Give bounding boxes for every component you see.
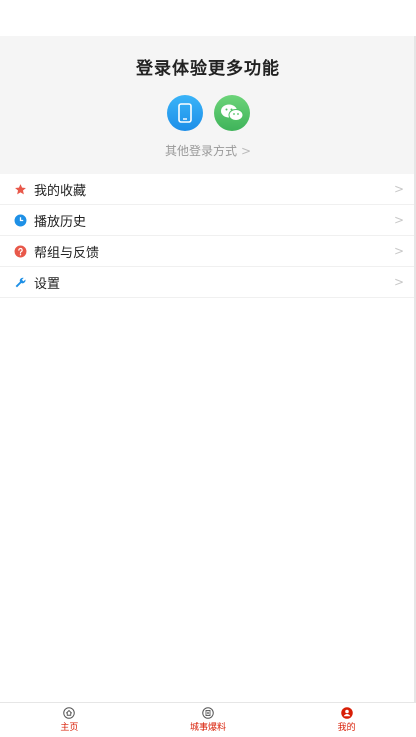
wechat-icon (220, 104, 243, 121)
question-icon (13, 244, 27, 258)
menu-item-favorites[interactable]: 我的收藏 > (0, 174, 416, 205)
user-icon (340, 707, 353, 719)
menu-item-label: 设置 (34, 276, 61, 292)
top-blank-area (0, 0, 416, 36)
menu-item-help-feedback[interactable]: 帮组与反馈 > (0, 236, 416, 267)
bottom-tab-bar: 主页 城事爆料 我的 (0, 702, 416, 737)
login-methods (166, 95, 250, 131)
menu-item-label: 播放历史 (34, 214, 87, 230)
tab-label: 我的 (337, 723, 356, 733)
other-login-methods-link[interactable]: 其他登录方式 > (165, 142, 251, 159)
tab-label: 主页 (60, 723, 79, 733)
menu-list: 我的收藏 > 播放历史 > 帮组与反馈 > 设置 > (0, 174, 416, 298)
phone-icon (177, 103, 192, 123)
news-icon (202, 707, 214, 719)
chevron-right-icon: > (240, 143, 252, 158)
menu-item-label: 我的收藏 (34, 183, 87, 199)
menu-item-label: 帮组与反馈 (34, 245, 100, 261)
menu-item-history[interactable]: 播放历史 > (0, 205, 416, 236)
chevron-right-icon: > (393, 275, 404, 289)
tab-city-news[interactable]: 城事爆料 (139, 703, 278, 737)
chevron-right-icon: > (393, 244, 404, 258)
tab-home[interactable]: 主页 (0, 703, 139, 737)
phone-login-button[interactable] (166, 95, 203, 131)
wrench-icon (13, 275, 27, 289)
login-title: 登录体验更多功能 (136, 59, 280, 79)
wechat-login-button[interactable] (213, 95, 250, 131)
chevron-right-icon: > (393, 182, 404, 196)
menu-item-settings[interactable]: 设置 > (0, 267, 416, 298)
other-login-label: 其他登录方式 (164, 144, 237, 158)
star-icon (13, 182, 27, 196)
home-icon (63, 707, 76, 719)
chevron-right-icon: > (393, 213, 404, 227)
clock-icon (13, 213, 27, 227)
tab-mine[interactable]: 我的 (277, 703, 416, 737)
tab-label: 城事爆料 (190, 723, 227, 733)
login-panel: 登录体验更多功能 其他登录方式 > (0, 36, 416, 174)
